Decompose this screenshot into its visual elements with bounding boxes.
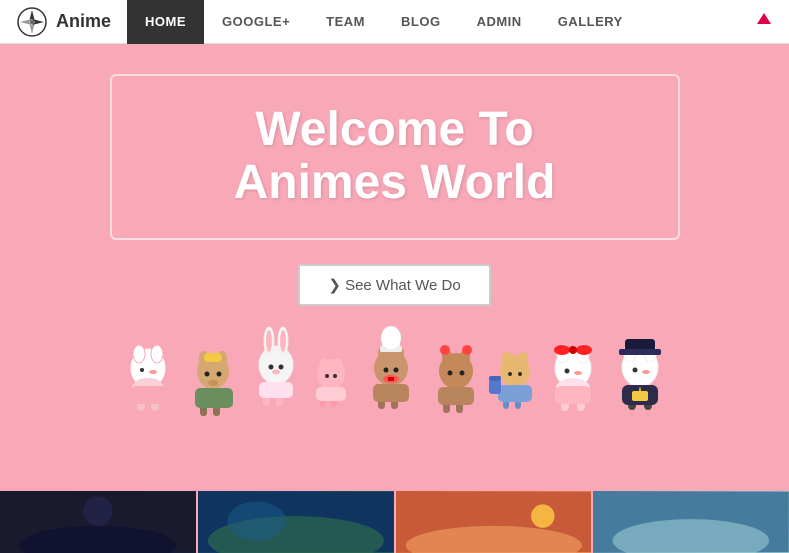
hero-title: Welcome To Animes World bbox=[172, 104, 618, 210]
brand-name: Anime bbox=[56, 11, 111, 32]
hero-title-box: Welcome To Animes World bbox=[110, 74, 680, 240]
gallery-thumb-3[interactable] bbox=[396, 491, 592, 553]
gallery-image-4 bbox=[593, 491, 789, 553]
gallery-thumb-2[interactable] bbox=[198, 491, 394, 553]
gallery-thumb-1[interactable] bbox=[0, 491, 196, 553]
nav-links: HOME GOOGLE+ TEAM BLOG ADMIN GALLERY bbox=[127, 0, 641, 43]
navbar: Anime HOME GOOGLE+ TEAM BLOG ADMIN GALLE… bbox=[0, 0, 789, 44]
nav-team[interactable]: TEAM bbox=[308, 0, 383, 44]
see-what-button[interactable]: ❯ See What We Do bbox=[298, 264, 490, 306]
nav-gallery[interactable]: GALLERY bbox=[540, 0, 641, 44]
compass-icon bbox=[16, 6, 48, 38]
gallery-image-2 bbox=[198, 491, 394, 553]
hero-section: Welcome To Animes World ❯ See What We Do bbox=[0, 44, 789, 446]
up-arrow-icon bbox=[755, 10, 773, 28]
nav-admin[interactable]: ADMIN bbox=[459, 0, 540, 44]
gallery-image-3 bbox=[396, 491, 592, 553]
bottom-gallery bbox=[0, 491, 789, 553]
brand-logo[interactable]: Anime bbox=[0, 6, 127, 38]
nav-home[interactable]: HOME bbox=[127, 0, 204, 44]
nav-blog[interactable]: BLOG bbox=[383, 0, 459, 44]
nav-googleplus[interactable]: GOOGLE+ bbox=[204, 0, 308, 44]
gallery-image-1 bbox=[0, 491, 196, 553]
gallery-thumb-4[interactable] bbox=[593, 491, 789, 553]
scroll-up-button[interactable] bbox=[739, 10, 789, 33]
characters-svg bbox=[110, 316, 680, 421]
characters-area bbox=[20, 316, 769, 426]
